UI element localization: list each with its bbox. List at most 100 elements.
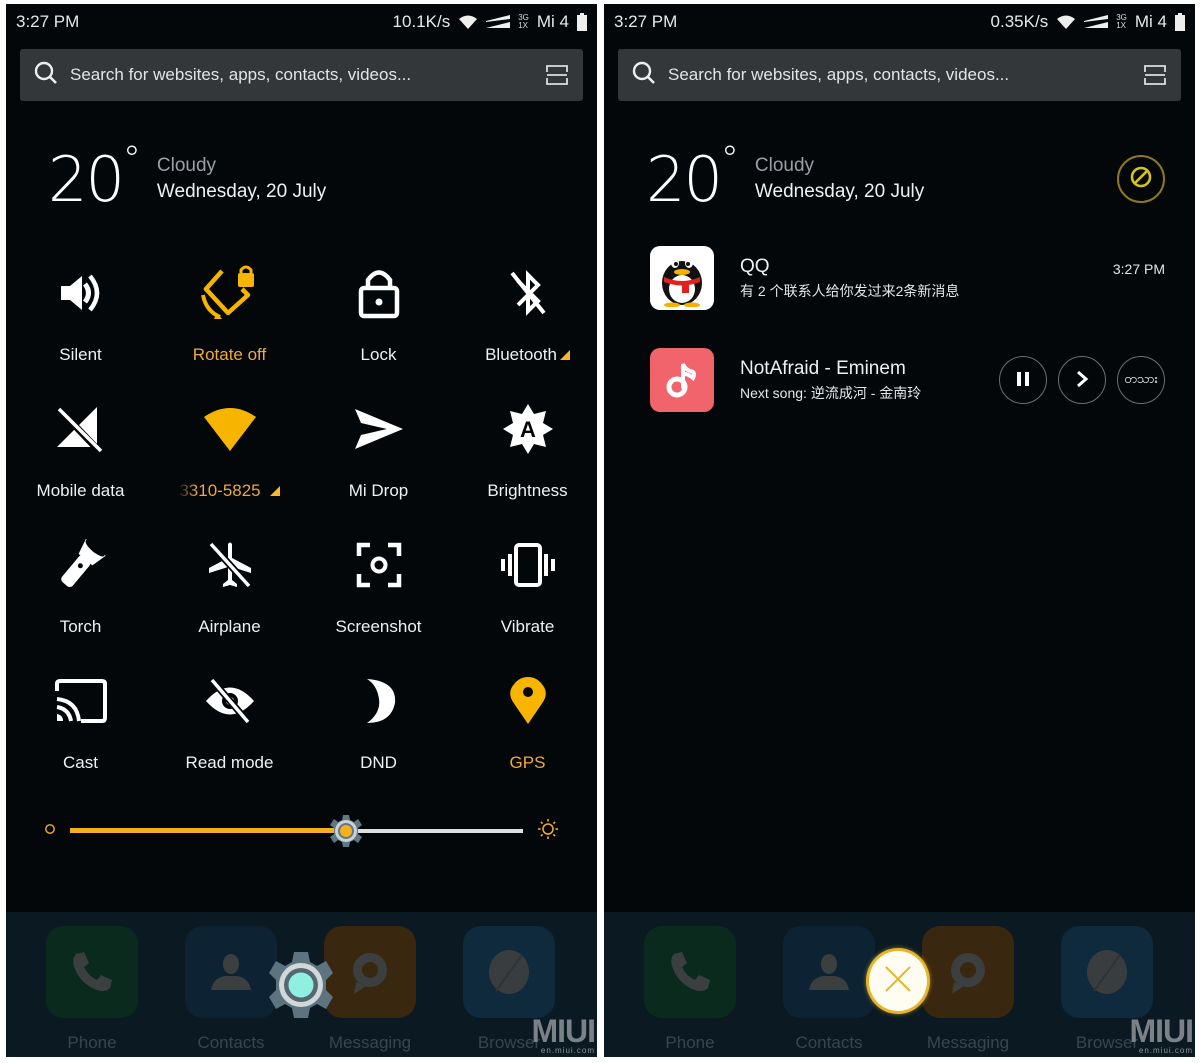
toggle-label: Silent bbox=[59, 345, 102, 364]
more-options-indicator[interactable] bbox=[269, 486, 280, 496]
toggle-rotate[interactable]: Rotate off bbox=[155, 259, 304, 395]
toggle-label: Airplane bbox=[198, 617, 261, 636]
block-icon bbox=[1129, 165, 1153, 194]
next-button[interactable] bbox=[1058, 356, 1106, 404]
more-label: တသား bbox=[1124, 370, 1158, 386]
notification-shade-screen: 3:27 PM 0.35K/s 3G 1X Mi 4 Search for we… bbox=[604, 4, 1195, 1057]
toggle-wifi[interactable]: 3310-5825 bbox=[155, 395, 304, 531]
toggle-airplane[interactable]: Airplane bbox=[155, 531, 304, 667]
toggle-label: DND bbox=[360, 753, 397, 772]
scan-icon[interactable] bbox=[1143, 63, 1167, 87]
status-time: 3:27 PM bbox=[614, 12, 678, 31]
weather-widget[interactable]: 20° Cloudy Wednesday, 20 July bbox=[646, 139, 1165, 216]
bluetooth-off-icon bbox=[496, 261, 560, 325]
close-button[interactable] bbox=[866, 948, 930, 1014]
toggle-label: Lock bbox=[360, 345, 397, 364]
dock-app-contacts[interactable]: Contacts bbox=[185, 926, 277, 1053]
mobile-data-off-icon bbox=[49, 397, 113, 461]
toggle-lock[interactable]: Lock bbox=[304, 259, 453, 395]
carrier-name: Mi 4 bbox=[536, 12, 569, 31]
brightness-slider[interactable] bbox=[44, 815, 559, 847]
chevron-right-icon bbox=[1074, 370, 1090, 391]
toggle-label: Rotate off bbox=[192, 345, 267, 364]
pause-button[interactable] bbox=[999, 356, 1047, 404]
notification-time: 3:27 PM bbox=[1112, 261, 1165, 277]
toggle-mi-drop[interactable]: Mi Drop bbox=[304, 395, 453, 531]
more-button[interactable]: တသား bbox=[1117, 356, 1165, 404]
network-type: 3G 1X bbox=[1116, 13, 1127, 30]
signal-icon bbox=[486, 15, 511, 29]
dock-app-messaging[interactable]: Messaging bbox=[922, 926, 1014, 1053]
search-bar[interactable]: Search for websites, apps, contacts, vid… bbox=[20, 49, 583, 101]
slider-fill bbox=[70, 828, 347, 833]
scan-icon[interactable] bbox=[545, 63, 569, 87]
status-bar: 3:27 PM 0.35K/s 3G 1X Mi 4 bbox=[604, 4, 1195, 40]
toggle-label: GPS bbox=[509, 753, 546, 772]
qq-app-icon bbox=[650, 246, 714, 310]
search-input[interactable]: Search for websites, apps, contacts, vid… bbox=[70, 65, 545, 85]
toggle-read-mode[interactable]: Read mode bbox=[155, 667, 304, 803]
toggle-label: Cast bbox=[63, 753, 98, 772]
miui-watermark: MIUI en.miui.com bbox=[531, 1013, 596, 1055]
toggle-label: Bluetooth bbox=[485, 345, 570, 365]
close-icon bbox=[883, 964, 913, 999]
location-pin-icon bbox=[496, 669, 560, 733]
send-icon bbox=[347, 397, 411, 461]
phone-icon bbox=[644, 926, 736, 1018]
slider-thumb[interactable] bbox=[328, 813, 364, 849]
toggle-torch[interactable]: Torch bbox=[6, 531, 155, 667]
miui-watermark: MIUI en.miui.com bbox=[1129, 1013, 1194, 1055]
rotate-lock-icon bbox=[198, 261, 262, 325]
browser-icon bbox=[463, 926, 555, 1018]
toggle-dnd[interactable]: DND bbox=[304, 667, 453, 803]
wifi-status-icon bbox=[1056, 14, 1076, 30]
dock-app-phone[interactable]: Phone bbox=[46, 926, 138, 1053]
wifi-status-icon bbox=[458, 14, 478, 30]
message-icon bbox=[324, 926, 416, 1018]
toggle-bluetooth[interactable]: Bluetooth bbox=[453, 259, 597, 395]
dock-app-phone[interactable]: Phone bbox=[644, 926, 736, 1053]
toggle-silent[interactable]: Silent bbox=[6, 259, 155, 395]
browser-icon bbox=[1061, 926, 1153, 1018]
dock-app-contacts[interactable]: Contacts bbox=[783, 926, 875, 1053]
toggle-gps[interactable]: GPS bbox=[453, 667, 597, 803]
network-type: 3G 1X bbox=[518, 13, 529, 30]
pause-icon bbox=[1015, 371, 1031, 390]
search-input[interactable]: Search for websites, apps, contacts, vid… bbox=[668, 65, 1143, 85]
temperature: 20° bbox=[48, 138, 141, 216]
svg-text:A: A bbox=[520, 417, 536, 442]
carrier-name: Mi 4 bbox=[1134, 12, 1167, 31]
clear-notifications-button[interactable] bbox=[1117, 155, 1165, 203]
toggle-label: Mi Drop bbox=[348, 481, 409, 500]
toggle-screenshot[interactable]: Screenshot bbox=[304, 531, 453, 667]
toggle-cast[interactable]: Cast bbox=[6, 667, 155, 803]
wifi-network-name: 3310-5825 bbox=[179, 481, 261, 500]
settings-gear-icon[interactable] bbox=[266, 950, 336, 1020]
toggle-label: Screenshot bbox=[335, 617, 422, 636]
battery-icon bbox=[1175, 13, 1185, 31]
status-bar: 3:27 PM 10.1K/s 3G 1X Mi 4 bbox=[6, 4, 597, 40]
slider-track[interactable] bbox=[70, 815, 523, 847]
brightness-low-icon bbox=[44, 822, 56, 840]
more-options-indicator[interactable] bbox=[559, 350, 570, 360]
search-bar[interactable]: Search for websites, apps, contacts, vid… bbox=[618, 49, 1181, 101]
cast-icon bbox=[49, 669, 113, 733]
toggle-vibrate[interactable]: Vibrate bbox=[453, 531, 597, 667]
network-speed: 0.35K/s bbox=[990, 12, 1049, 31]
song-title: NotAfraid - Eminem bbox=[740, 357, 906, 379]
quick-toggles-grid: Silent Rotate off Lock Bluetooth Mobile … bbox=[6, 259, 597, 803]
weather-date: Wednesday, 20 July bbox=[156, 181, 327, 202]
toggle-mobile-data[interactable]: Mobile data bbox=[6, 395, 155, 531]
toggle-label: Mobile data bbox=[36, 481, 125, 500]
battery-icon bbox=[577, 13, 587, 31]
screenshot-icon bbox=[347, 533, 411, 597]
notification-qq[interactable]: QQ 有 2 个联系人给你发过来2条新消息 3:27 PM bbox=[650, 245, 1165, 311]
phone-icon bbox=[46, 926, 138, 1018]
notification-music[interactable]: NotAfraid - Eminem Next song: 逆流成河 - 金南玲… bbox=[650, 347, 1165, 413]
notification-title: QQ bbox=[740, 255, 770, 277]
toggle-brightness[interactable]: A Brightness bbox=[453, 395, 597, 531]
dock-app-messaging[interactable]: Messaging bbox=[324, 926, 416, 1053]
media-controls: တသား bbox=[999, 356, 1165, 404]
contact-icon bbox=[783, 926, 875, 1018]
weather-widget[interactable]: 20° Cloudy Wednesday, 20 July bbox=[48, 138, 567, 216]
